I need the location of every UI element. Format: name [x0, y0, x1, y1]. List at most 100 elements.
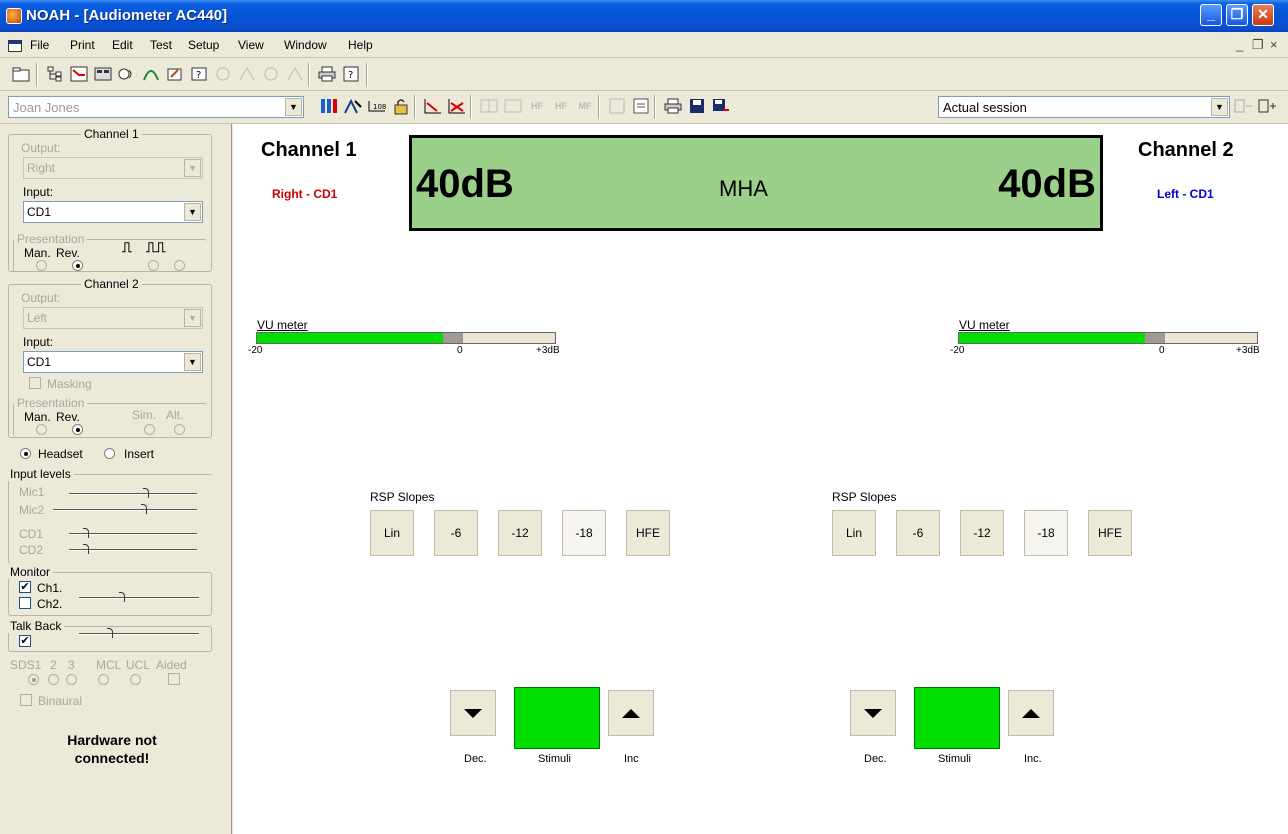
slider-thumb[interactable]	[83, 544, 89, 554]
cd1-slider[interactable]	[69, 528, 197, 538]
ucl-radio[interactable]	[130, 674, 141, 685]
speech-icon[interactable]	[116, 63, 138, 85]
chevron-down-icon[interactable]: ▼	[1211, 98, 1228, 116]
automatic-test-icon[interactable]	[342, 95, 364, 117]
menu-edit[interactable]: Edit	[112, 38, 133, 52]
channel2-simultaneous-radio[interactable]	[144, 424, 155, 435]
decrease-label: Dec.	[464, 753, 487, 765]
channel2-reverse-radio[interactable]	[72, 424, 83, 435]
mdi-restore-button[interactable]: ❐	[1252, 37, 1264, 53]
sds2-radio[interactable]	[48, 674, 59, 685]
rsp-minus18-button[interactable]: -18	[562, 510, 606, 556]
graph-scale-icon[interactable]: 108	[366, 95, 388, 117]
save-exit-icon[interactable]	[710, 95, 732, 117]
binaural-checkbox[interactable]	[20, 694, 32, 706]
audiometer-icon[interactable]	[92, 63, 114, 85]
menu-test[interactable]: Test	[150, 38, 172, 52]
slider-thumb[interactable]	[119, 592, 125, 602]
channel2-input-select[interactable]: CD1 ▼	[23, 351, 203, 373]
monitor-slider[interactable]	[79, 592, 199, 602]
audiogram-icon[interactable]	[68, 63, 90, 85]
sds3-radio[interactable]	[66, 674, 77, 685]
cd2-slider[interactable]	[69, 544, 197, 554]
manual-test-icon[interactable]	[318, 95, 340, 117]
app-icon[interactable]	[6, 8, 22, 24]
curve-icon[interactable]	[422, 95, 444, 117]
notes-icon[interactable]	[630, 95, 652, 117]
print-icon[interactable]	[662, 95, 684, 117]
sds1-radio[interactable]	[28, 674, 39, 685]
session-new-icon[interactable]	[1256, 95, 1278, 117]
hardware-status-line2: connected!	[74, 750, 150, 766]
menu-setup[interactable]: Setup	[188, 38, 219, 52]
chevron-down-icon[interactable]: ▼	[184, 203, 201, 221]
output-label: Output:	[21, 291, 61, 305]
headset-radio[interactable]	[20, 448, 31, 459]
rsp-minus6-button[interactable]: -6	[896, 510, 940, 556]
tympanometry-icon[interactable]	[140, 63, 162, 85]
slider-thumb[interactable]	[141, 504, 147, 514]
channel2-increase-button[interactable]	[1008, 690, 1054, 736]
channel1-manual-radio[interactable]	[36, 260, 47, 271]
mdi-minimize-button[interactable]: _	[1236, 37, 1243, 52]
rsp-minus12-button[interactable]: -12	[960, 510, 1004, 556]
context-help-icon[interactable]: ?	[340, 63, 362, 85]
slider-thumb[interactable]	[143, 488, 149, 498]
rsp-minus18-button[interactable]: -18	[1024, 510, 1068, 556]
talkback-checkbox[interactable]: ✔	[19, 635, 31, 647]
channel2-alternate-radio[interactable]	[174, 424, 185, 435]
session-combo[interactable]: Actual session ▼	[938, 96, 1230, 118]
mcl-radio[interactable]	[98, 674, 109, 685]
channel1-input-select[interactable]: CD1 ▼	[23, 201, 203, 223]
monitor-ch2-checkbox[interactable]	[19, 597, 31, 609]
lock-icon[interactable]	[390, 95, 412, 117]
patient-combo[interactable]: Joan Jones ▼	[8, 96, 304, 118]
aided-checkbox[interactable]	[168, 673, 180, 685]
open-icon[interactable]	[10, 63, 32, 85]
chevron-down-icon[interactable]: ▼	[285, 98, 302, 116]
menu-file[interactable]: File	[30, 38, 49, 52]
mic1-slider[interactable]	[69, 488, 197, 498]
mic2-slider[interactable]	[53, 504, 197, 514]
monitor-ch1-checkbox[interactable]: ✔	[19, 581, 31, 593]
rsp-hfe-button[interactable]: HFE	[626, 510, 670, 556]
document-icon[interactable]	[8, 40, 22, 52]
channel1-increase-button[interactable]	[608, 690, 654, 736]
rsp-lin-button[interactable]: Lin	[370, 510, 414, 556]
menu-view[interactable]: View	[238, 38, 264, 52]
chevron-down-icon[interactable]: ▼	[184, 353, 201, 371]
slider-thumb[interactable]	[83, 528, 89, 538]
minimize-button[interactable]: _	[1200, 4, 1222, 26]
channel2-decrease-button[interactable]	[850, 690, 896, 736]
session-prev-icon	[1232, 95, 1254, 117]
menu-help[interactable]: Help	[348, 38, 373, 52]
slider-thumb[interactable]	[107, 628, 113, 638]
channel2-stimuli-button[interactable]	[914, 687, 1000, 749]
rsp-minus6-button[interactable]: -6	[434, 510, 478, 556]
channel1-reverse-radio[interactable]	[72, 260, 83, 271]
restore-button[interactable]: ❐	[1226, 4, 1248, 26]
rsp-hfe-button[interactable]: HFE	[1088, 510, 1132, 556]
mdi-close-button[interactable]: ×	[1270, 37, 1278, 52]
rsp-minus12-button[interactable]: -12	[498, 510, 542, 556]
masking-checkbox[interactable]	[29, 377, 41, 389]
crossing-curve-icon[interactable]	[446, 95, 468, 117]
tree-icon[interactable]	[44, 63, 66, 85]
channel1-double-pulse-radio[interactable]	[174, 260, 185, 271]
menu-window[interactable]: Window	[284, 38, 327, 52]
help-doc-icon[interactable]: ?	[188, 63, 210, 85]
increase-label: Inc	[624, 753, 639, 765]
save-icon[interactable]	[686, 95, 708, 117]
close-button[interactable]: ✕	[1252, 4, 1274, 26]
channel1-stimuli-button[interactable]	[514, 687, 600, 749]
channel1-pulse-radio[interactable]	[148, 260, 159, 271]
arrow-down-icon	[864, 708, 882, 718]
insert-radio[interactable]	[104, 448, 115, 459]
channel1-decrease-button[interactable]	[450, 690, 496, 736]
rsp-lin-button[interactable]: Lin	[832, 510, 876, 556]
print-icon[interactable]	[316, 63, 338, 85]
menu-print[interactable]: Print	[70, 38, 95, 52]
talkback-slider[interactable]	[79, 628, 199, 638]
fitting-icon[interactable]	[164, 63, 186, 85]
channel2-manual-radio[interactable]	[36, 424, 47, 435]
